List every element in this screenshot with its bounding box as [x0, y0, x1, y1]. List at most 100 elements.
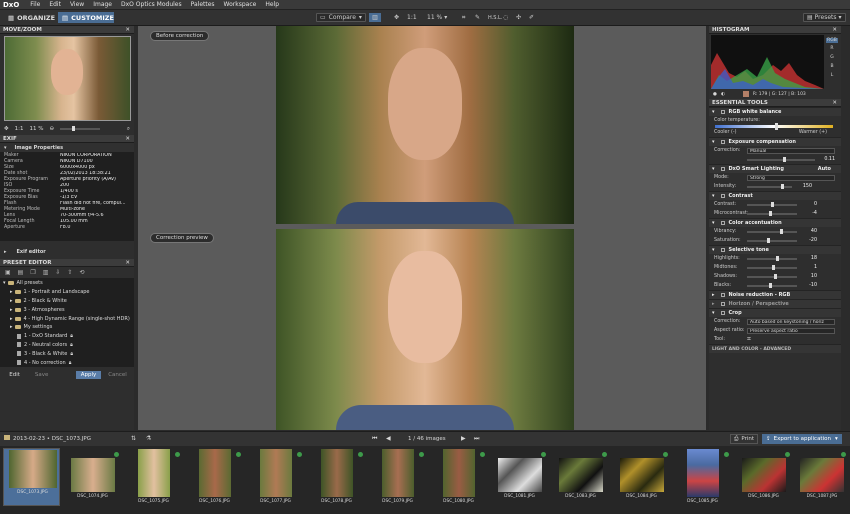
close-icon[interactable]: ✕	[832, 100, 837, 106]
menu-optics-modules[interactable]: DxO Optics Modules	[121, 1, 182, 8]
presets-button[interactable]: ▤ Presets ▾	[803, 13, 846, 22]
thumbnail[interactable]: DSC_1081.JPG	[491, 448, 548, 506]
highlights-slider[interactable]	[747, 255, 797, 261]
tree-root[interactable]: ▾ All presets	[3, 279, 134, 288]
smart-lighting-section-header[interactable]: ▾ DxO Smart Lighting Auto	[709, 164, 841, 173]
crop-section-header[interactable]: ▾ Crop	[709, 308, 841, 317]
next-image-icon[interactable]: ▶	[461, 435, 466, 442]
noise-section-header[interactable]: ▸ Noise reduction - RGB	[709, 290, 841, 299]
print-button[interactable]: ⎙ Print	[730, 434, 759, 444]
exposure-correction-select[interactable]: Manual	[747, 147, 835, 154]
enable-checkbox[interactable]	[720, 194, 725, 198]
enable-checkbox[interactable]	[720, 140, 725, 144]
light-color-advanced-header[interactable]: LIGHT AND COLOR - ADVANCED	[709, 344, 841, 353]
move-icon[interactable]: ✥	[4, 126, 9, 132]
apply-button[interactable]: Apply	[76, 371, 102, 379]
search-icon[interactable]: ⌕	[127, 126, 130, 133]
aspect-ratio-select[interactable]: Preserve aspect ratio	[747, 327, 835, 334]
duplicate-icon[interactable]: ❐	[30, 269, 35, 276]
close-icon[interactable]: ✕	[125, 260, 130, 266]
tree-preset[interactable]: 1 - DxO Standard 🔒︎	[3, 332, 134, 341]
tree-folder[interactable]: ▸ 1 - Portrait and Landscape	[3, 288, 134, 297]
thumbnail[interactable]: DSC_1080.JPG	[430, 448, 487, 506]
import-icon[interactable]: ⇩	[55, 269, 60, 276]
vibrancy-value[interactable]: 40	[803, 229, 817, 234]
vibrancy-slider[interactable]	[747, 228, 797, 234]
export-icon[interactable]: ⇧	[67, 269, 72, 276]
thumbnail[interactable]: DSC_1083.JPG	[552, 448, 609, 506]
zoom-slider[interactable]	[60, 126, 101, 131]
channel-rgb[interactable]: RGB	[826, 38, 838, 43]
enable-checkbox[interactable]	[720, 167, 725, 171]
auto-button[interactable]: Auto	[818, 166, 831, 172]
menu-view[interactable]: View	[70, 1, 84, 8]
contrast-value[interactable]: 0	[803, 202, 817, 207]
folder-path[interactable]: 2013-02-23 • DSC_1073.JPG	[13, 436, 91, 442]
saturation-slider[interactable]	[747, 237, 797, 243]
thumbnail[interactable]: DSC_1084.JPG	[613, 448, 670, 506]
tree-preset[interactable]: 3 - Black & White 🔒︎	[3, 349, 134, 358]
channel-r[interactable]: R	[826, 46, 838, 51]
exposure-value[interactable]: 0.11	[821, 157, 835, 162]
save-button[interactable]: Save	[29, 371, 54, 379]
shadows-value[interactable]: 10	[803, 274, 817, 279]
contrast-section-header[interactable]: ▾ Contrast	[709, 191, 841, 200]
new-folder-icon[interactable]: ▤	[18, 269, 24, 276]
close-icon[interactable]: ✕	[125, 27, 130, 33]
reset-icon[interactable]: ⟲	[79, 269, 84, 276]
tree-folder[interactable]: ▸ 3 - Atmospheres	[3, 305, 134, 314]
channel-l[interactable]: L	[826, 73, 838, 78]
new-preset-icon[interactable]: ▣	[5, 269, 11, 276]
menu-palettes[interactable]: Palettes	[191, 1, 215, 8]
intensity-value[interactable]: 150	[798, 184, 812, 189]
menu-image[interactable]: Image	[93, 1, 112, 8]
enable-checkbox[interactable]	[720, 110, 725, 114]
saturation-value[interactable]: -20	[803, 238, 817, 243]
filter-icon[interactable]: ⚗	[146, 435, 151, 442]
enable-checkbox[interactable]	[720, 221, 725, 225]
wb-section-header[interactable]: ▾ RGB white balance	[709, 107, 841, 116]
tree-folder[interactable]: ▸ My settings	[3, 323, 134, 332]
exif-editor-header[interactable]: ▸ Exif editor	[0, 247, 134, 256]
cancel-button[interactable]: Cancel	[105, 371, 130, 379]
selective-tone-section-header[interactable]: ▾ Selective tone	[709, 245, 841, 254]
sort-icon[interactable]: ⇅	[131, 435, 136, 442]
navigator-thumbnail[interactable]	[4, 36, 131, 121]
repair-tool-button[interactable]: ✎	[473, 13, 482, 22]
tree-folder[interactable]: ▸ 4 - High Dynamic Range (single-shot HDR…	[3, 314, 134, 323]
midtones-value[interactable]: 1	[803, 265, 817, 270]
zoom-1to1[interactable]: 1:1	[15, 126, 24, 132]
thumbnail[interactable]: DSC_1074.JPG	[64, 448, 121, 506]
intensity-slider[interactable]	[747, 183, 792, 189]
thumbnail[interactable]: DSC_1075.JPG	[125, 448, 182, 506]
menu-edit[interactable]: Edit	[49, 1, 61, 8]
prev-image-icon[interactable]: ◀	[386, 435, 391, 442]
crop-correction-select[interactable]: Auto based on keystoning / horiz	[747, 318, 835, 325]
blacks-value[interactable]: -10	[803, 283, 817, 288]
thumbnail[interactable]: DSC_1085.JPG	[674, 448, 731, 506]
thumbnail[interactable]: DSC_1078.JPG	[308, 448, 365, 506]
microcontrast-slider[interactable]	[747, 210, 797, 216]
shadows-slider[interactable]	[747, 273, 797, 279]
picker-tool-button[interactable]: ✐	[527, 13, 536, 22]
zoom-1to1-button[interactable]: 1:1	[405, 13, 419, 22]
zoom-percent[interactable]: 11 %	[29, 126, 43, 132]
shadow-clip-icon[interactable]: ●	[713, 92, 717, 97]
thumbnail[interactable]: DSC_1087.JPG	[796, 448, 848, 506]
color-accent-section-header[interactable]: ▾ Color accentuation	[709, 218, 841, 227]
smart-mode-select[interactable]: Strong	[747, 174, 835, 181]
menu-help[interactable]: Help	[265, 1, 279, 8]
compare-button[interactable]: ▭ Compare ▾	[316, 13, 366, 22]
delete-icon[interactable]: ▥	[43, 269, 49, 276]
thumbnail[interactable]: DSC_1079.JPG	[369, 448, 426, 506]
image-properties-header[interactable]: ▾ Image Properties	[0, 143, 134, 152]
last-image-icon[interactable]: ⏭	[474, 435, 479, 443]
contrast-slider[interactable]	[747, 201, 797, 207]
tree-folder[interactable]: ▸ 2 - Black & White	[3, 297, 134, 306]
exposure-section-header[interactable]: ▾ Exposure compensation	[709, 137, 841, 146]
close-icon[interactable]: ✕	[125, 136, 130, 142]
organize-tab[interactable]: ▦ ORGANIZE	[4, 12, 59, 23]
crop-tool-button[interactable]: ⌗	[460, 13, 467, 22]
enable-checkbox[interactable]	[720, 311, 725, 315]
enable-checkbox[interactable]	[720, 293, 725, 297]
